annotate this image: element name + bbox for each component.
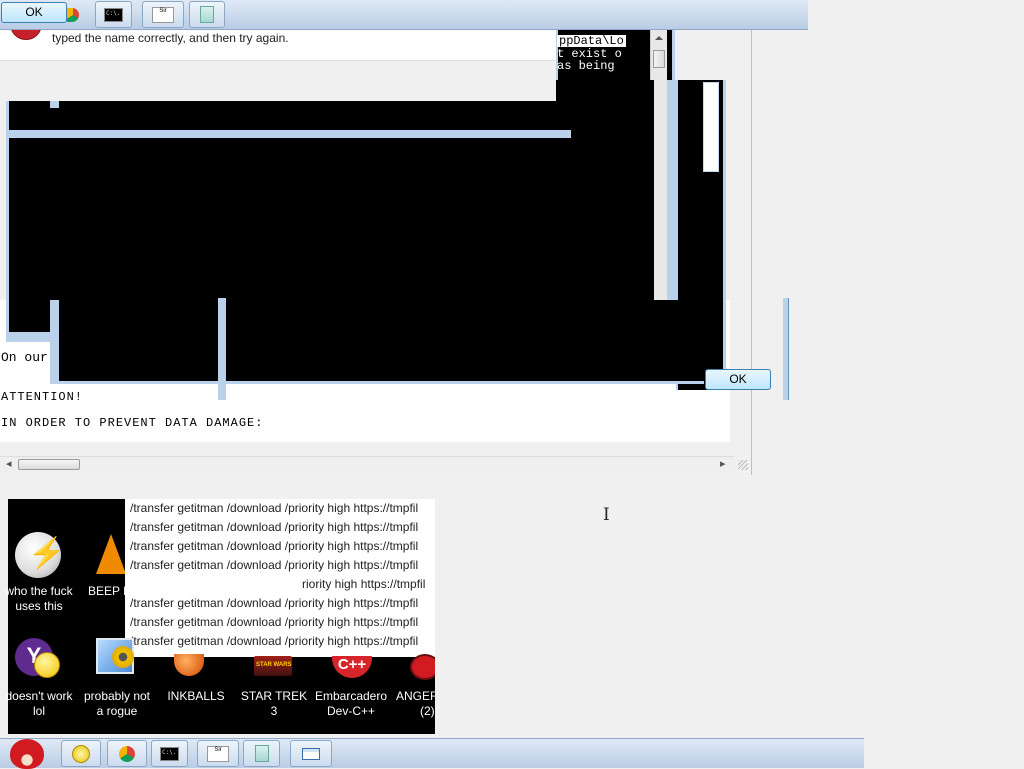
desktop-icon-lightning[interactable]: ⚡ who the fuck uses this	[5, 530, 73, 613]
notepad-icon-bottom	[254, 745, 269, 762]
resize-grip-icon[interactable]	[738, 460, 748, 470]
start-button-angry-bird-icon[interactable]	[6, 735, 46, 769]
taskbar-cmd[interactable]: C:\.	[151, 740, 188, 767]
command-prompt-icon: C:\.	[104, 7, 123, 22]
list-item[interactable]: /transfer getitman /download /priority h…	[130, 556, 418, 575]
notepad-attention: ATTENTION!	[1, 390, 84, 404]
taskbar-top-notepad[interactable]	[189, 1, 225, 28]
error-dialog: typed the name correctly, and then try a…	[0, 16, 556, 101]
notepad-order: IN ORDER TO PREVENT DATA DAMAGE:	[1, 416, 264, 430]
desktop-icon-label-5: INKBALLS	[167, 689, 225, 703]
taskbar-notepad[interactable]	[243, 740, 280, 767]
scroll-up-arrow-icon[interactable]	[655, 36, 663, 40]
taskbar-chrome[interactable]	[107, 740, 147, 767]
desktop-icon-control-panel[interactable]: probably not a rogue	[80, 636, 154, 720]
desktop-icon-label-4: probably not	[83, 689, 151, 703]
lightning-bolt-icon: ⚡	[28, 537, 66, 570]
desktop-icon-label-3: doesn't work	[5, 689, 73, 703]
inkballs-icon	[174, 654, 204, 676]
angry-bird-icon	[410, 654, 435, 680]
window-icon	[302, 747, 320, 760]
console-line-1: ppData\Lo	[557, 34, 626, 48]
command-prompt-icon-bottom: C:\.	[160, 746, 179, 761]
desktop-icon-label-4b: a rogue	[96, 704, 138, 718]
cpp-icon: C++	[332, 656, 372, 678]
list-item[interactable]: /transfer getitman /download /priority h…	[130, 537, 418, 556]
sir-app-icon-bottom: Sir	[207, 745, 229, 762]
desktop-icon-label-8b: (2)	[420, 704, 435, 718]
ghost-frame-strip	[703, 82, 719, 172]
desktop-icon-label-6: STAR TREK 3	[240, 689, 308, 718]
ok-button-top[interactable]: OK	[1, 2, 67, 23]
console-inner-bar	[8, 130, 571, 138]
star-wars-text: STAR WARS	[256, 662, 292, 668]
chrome-icon	[119, 745, 135, 762]
notepad-line-on-our: On our	[1, 350, 48, 365]
gear-icon	[112, 646, 134, 668]
error-message: typed the name correctly, and then try a…	[52, 31, 289, 45]
angry-bird-body-icon	[10, 739, 44, 769]
explorer-icon	[72, 744, 90, 763]
smiley-icon	[34, 652, 60, 678]
desktop-icon-label-1b: uses this	[15, 599, 63, 613]
console-scroll-thumb[interactable]	[653, 50, 665, 68]
taskbar-window[interactable]	[290, 740, 332, 767]
lower-console-divider	[218, 298, 226, 400]
list-item[interactable]: /transfer getitman /download /priority h…	[130, 499, 418, 518]
sir-app-icon: Sir	[152, 6, 174, 23]
error-dialog-footer	[0, 60, 556, 101]
ghost-frame-line	[783, 298, 789, 400]
taskbar-explorer[interactable]	[61, 740, 101, 767]
taskbar-sir[interactable]: Sir	[197, 740, 239, 767]
scroll-left-arrow-icon[interactable]: ◂	[6, 457, 12, 470]
scroll-right-arrow-icon[interactable]: ▸	[720, 457, 726, 470]
desktop-icon-label-7: Embarcadero	[314, 689, 388, 703]
notepad-icon	[200, 6, 214, 23]
list-item[interactable]: /transfer getitman /download /priority h…	[130, 594, 418, 613]
list-item[interactable]: riority high https://tmpfil	[302, 575, 425, 594]
list-item[interactable]: /transfer getitman /download /priority h…	[130, 613, 418, 632]
desktop-icon-star-trek[interactable]: STAR WARS STAR TREK 3	[236, 636, 312, 718]
horizontal-scrollbar[interactable]: ◂ ▸	[0, 456, 734, 472]
desktop-icon-yahoo[interactable]: Y doesn't work lol	[6, 636, 73, 720]
scroll-thumb[interactable]	[18, 459, 80, 470]
desktop-icon-vlc[interactable]: BEEP B	[86, 530, 131, 610]
taskbar-top-cmd[interactable]: C:\.	[95, 1, 132, 28]
text-cursor-icon: I	[603, 505, 610, 525]
lower-console-ghost	[50, 300, 704, 384]
desktop-icon-label-8: ANGER	[396, 689, 435, 703]
desktop-icon-devcpp[interactable]: C++ Embarcadero Dev-C++	[314, 636, 388, 720]
console-window-main	[6, 80, 654, 334]
desktop-icon-label-7b: Dev-C++	[326, 704, 376, 718]
ok-button-dialog-2[interactable]: OK	[705, 369, 771, 390]
desktop-icon-label-3b: lol	[32, 704, 45, 718]
bits-transfer-list: /transfer getitman /download /priority h…	[125, 499, 435, 657]
vlc-cone-icon	[96, 534, 126, 574]
desktop-icon-label-1: who the fuck	[5, 584, 73, 598]
desktop-icon-angry-birds[interactable]: ANGER (2)	[390, 636, 435, 720]
list-item[interactable]: /transfer getitman /download /priority h…	[130, 518, 418, 537]
taskbar-top-sir[interactable]: Sir	[142, 1, 184, 28]
desktop-icon-inkballs[interactable]: INKBALLS	[160, 636, 232, 706]
console-line-3: as being	[557, 59, 615, 73]
